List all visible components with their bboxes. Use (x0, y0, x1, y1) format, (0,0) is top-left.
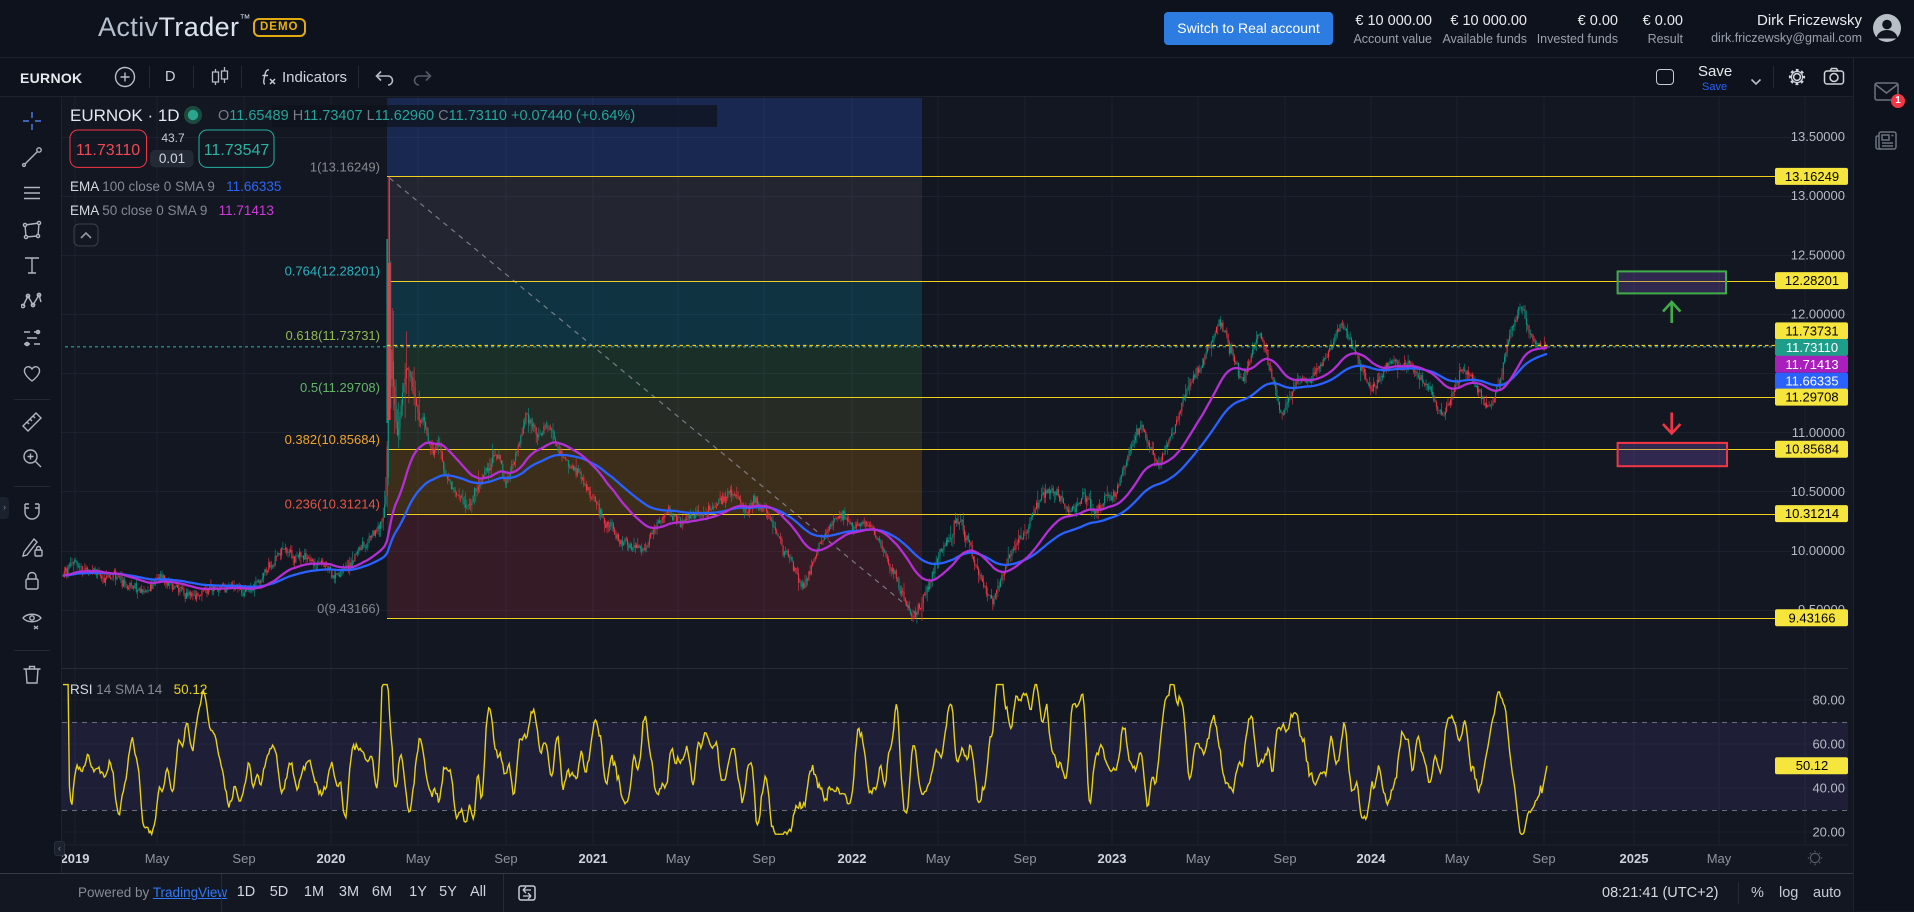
svg-text:Sep: Sep (1013, 851, 1036, 866)
svg-text:Sep: Sep (752, 851, 775, 866)
svg-text:Sep: Sep (494, 851, 517, 866)
svg-text:10.85684: 10.85684 (1785, 442, 1839, 457)
svg-text:10.50000: 10.50000 (1791, 484, 1845, 499)
svg-text:2022: 2022 (838, 851, 867, 866)
svg-text:11.73110: 11.73110 (76, 142, 140, 159)
svg-text:May: May (1186, 851, 1211, 866)
svg-text:11.73547: 11.73547 (204, 142, 270, 159)
svg-text:RSI 14 SMA 14 50.12: RSI 14 SMA 14 50.12 (70, 682, 207, 697)
svg-text:EURNOK · 1D: EURNOK · 1D (70, 106, 180, 125)
svg-text:2025: 2025 (1620, 851, 1649, 866)
svg-text:2024: 2024 (1357, 851, 1387, 866)
svg-text:0.5(11.29708): 0.5(11.29708) (300, 380, 380, 395)
svg-text:10.00000: 10.00000 (1791, 543, 1845, 558)
svg-text:May: May (406, 851, 431, 866)
svg-text:40.00: 40.00 (1812, 781, 1845, 796)
svg-text:May: May (145, 851, 170, 866)
svg-text:EMA 50 close 0 SMA 9 11.7141: EMA 50 close 0 SMA 9 11.71413 (70, 203, 274, 218)
svg-text:12.00000: 12.00000 (1791, 306, 1845, 321)
svg-text:80.00: 80.00 (1812, 693, 1845, 708)
svg-text:1(13.16249): 1(13.16249) (310, 159, 380, 174)
svg-text:13.00000: 13.00000 (1791, 188, 1845, 203)
svg-text:0.01: 0.01 (159, 151, 185, 166)
svg-text:13.50000: 13.50000 (1791, 129, 1845, 144)
svg-text:43.7: 43.7 (161, 131, 185, 145)
svg-text:0.618(11.73731): 0.618(11.73731) (286, 328, 380, 343)
svg-text:Sep: Sep (232, 851, 255, 866)
svg-text:EMA 100 close 0 SMA 9 11.663: EMA 100 close 0 SMA 9 11.66335 (70, 179, 281, 194)
svg-text:11.66335: 11.66335 (1785, 374, 1838, 389)
svg-text:Sep: Sep (1273, 851, 1296, 866)
svg-text:Sep: Sep (1532, 851, 1555, 866)
svg-text:11.73110: 11.73110 (1786, 340, 1838, 355)
svg-text:10.31214: 10.31214 (1785, 506, 1839, 521)
svg-text:May: May (926, 851, 951, 866)
svg-text:2020: 2020 (317, 851, 346, 866)
svg-text:0.764(12.28201): 0.764(12.28201) (285, 264, 380, 279)
svg-text:12.50000: 12.50000 (1791, 247, 1845, 262)
svg-text:0.236(10.31214): 0.236(10.31214) (285, 497, 380, 512)
svg-text:0(9.43166): 0(9.43166) (317, 601, 380, 616)
svg-text:2023: 2023 (1098, 851, 1127, 866)
svg-text:50.12: 50.12 (1796, 758, 1829, 773)
svg-text:9.43166: 9.43166 (1789, 610, 1836, 625)
svg-text:20.00: 20.00 (1812, 825, 1845, 840)
svg-text:11.00000: 11.00000 (1792, 425, 1845, 440)
svg-text:May: May (1707, 851, 1732, 866)
svg-text:13.16249: 13.16249 (1785, 169, 1839, 184)
svg-text:2021: 2021 (579, 851, 608, 866)
svg-text:O11.65489 H11.73407 L11.62960: O11.65489 H11.73407 L11.62960 C11.73110 … (218, 108, 635, 124)
svg-text:60.00: 60.00 (1812, 737, 1845, 752)
svg-text:11.71413: 11.71413 (1785, 357, 1838, 372)
svg-text:11.73731: 11.73731 (1785, 323, 1838, 338)
svg-text:May: May (1445, 851, 1470, 866)
svg-text:12.28201: 12.28201 (1785, 273, 1839, 288)
svg-text:11.29708: 11.29708 (1785, 390, 1838, 405)
svg-text:May: May (666, 851, 691, 866)
svg-text:2019: 2019 (62, 851, 89, 866)
svg-text:0.382(10.85684): 0.382(10.85684) (285, 432, 380, 447)
